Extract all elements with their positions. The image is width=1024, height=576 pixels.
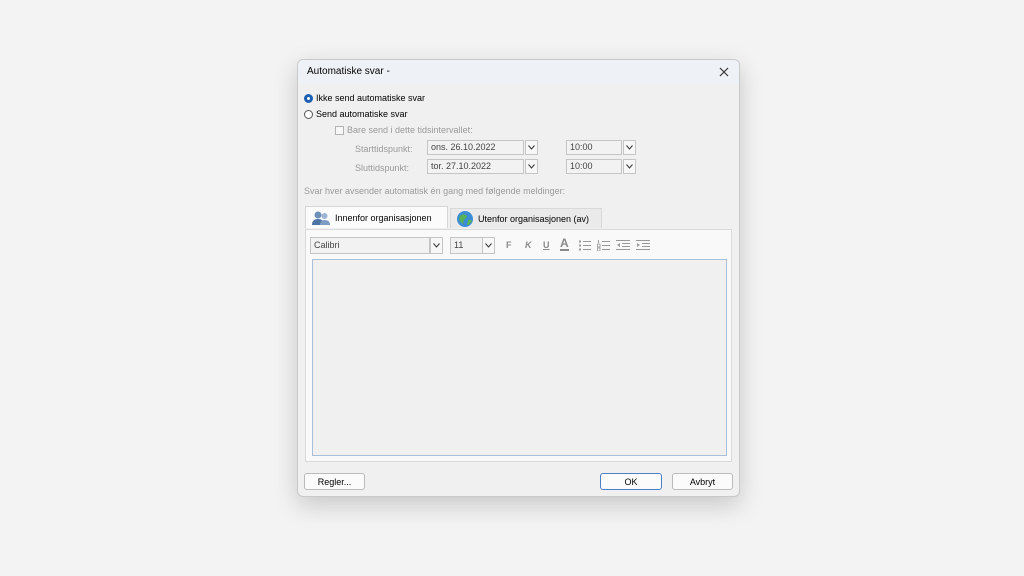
start-time-field[interactable]: 10:00: [566, 140, 622, 155]
interval-label: Bare send i dette tidsintervallet:: [347, 125, 473, 135]
bold-button[interactable]: F: [506, 240, 512, 250]
people-icon: [312, 211, 330, 225]
message-body-editor[interactable]: [312, 259, 727, 456]
chevron-down-icon: [528, 145, 535, 150]
bullet-list-icon[interactable]: [578, 239, 591, 251]
font-size-dropdown[interactable]: [482, 237, 495, 254]
auto-reply-dialog: Automatiske svar - Ikke send automatiske…: [297, 59, 740, 497]
send-auto-reply-label: Send automatiske svar: [316, 109, 408, 119]
tab-inside-org[interactable]: Innenfor organisasjonen: [305, 206, 448, 228]
start-date-field[interactable]: ons. 26.10.2022: [427, 140, 524, 155]
start-date-dropdown[interactable]: [525, 140, 538, 155]
start-time-label: Starttidspunkt:: [355, 144, 413, 154]
description-text: Svar hver avsender automatisk én gang me…: [304, 186, 566, 196]
underline-button[interactable]: U: [543, 240, 550, 250]
chevron-down-icon: [528, 164, 535, 169]
increase-indent-icon[interactable]: [636, 239, 650, 251]
dialog-title: Automatiske svar -: [307, 66, 390, 77]
ok-button[interactable]: OK: [600, 473, 662, 490]
tab-outside-org-label: Utenfor organisasjonen (av): [478, 213, 590, 224]
tab-inside-org-label: Innenfor organisasjonen: [335, 212, 432, 223]
chevron-down-icon: [485, 243, 492, 248]
start-time-dropdown[interactable]: [623, 140, 636, 155]
message-panel: Calibri 11 F K U A: [305, 229, 732, 462]
cancel-button[interactable]: Avbryt: [672, 473, 733, 490]
tab-outside-org[interactable]: Utenfor organisasjonen (av): [450, 208, 602, 228]
rules-button[interactable]: Regler...: [304, 473, 365, 490]
end-time-dropdown[interactable]: [623, 159, 636, 174]
end-time-label: Sluttidspunkt:: [355, 163, 410, 173]
end-time-field[interactable]: 10:00: [566, 159, 622, 174]
numbered-list-icon[interactable]: [597, 239, 610, 251]
decrease-indent-icon[interactable]: [616, 239, 630, 251]
globe-icon: [457, 210, 473, 227]
interval-checkbox[interactable]: [335, 125, 344, 135]
chevron-down-icon: [626, 145, 633, 150]
close-button[interactable]: [713, 62, 735, 82]
font-size-select[interactable]: 11: [450, 237, 483, 254]
font-select[interactable]: Calibri: [310, 237, 430, 254]
send-auto-reply-option[interactable]: Send automatiske svar: [304, 109, 408, 119]
send-auto-reply-radio[interactable]: [304, 109, 313, 119]
no-auto-reply-label: Ikke send automatiske svar: [316, 93, 426, 103]
close-icon: [719, 67, 729, 77]
no-auto-reply-radio[interactable]: [304, 93, 313, 103]
title-bar: Automatiske svar -: [298, 60, 739, 84]
font-dropdown[interactable]: [430, 237, 443, 254]
italic-button[interactable]: K: [525, 240, 532, 250]
end-date-field[interactable]: tor. 27.10.2022: [427, 159, 524, 174]
no-auto-reply-option[interactable]: Ikke send automatiske svar: [304, 93, 425, 103]
chevron-down-icon: [433, 243, 440, 248]
chevron-down-icon: [626, 164, 633, 169]
end-date-dropdown[interactable]: [525, 159, 538, 174]
interval-option[interactable]: Bare send i dette tidsintervallet:: [335, 125, 473, 135]
font-color-button[interactable]: A: [560, 237, 569, 251]
